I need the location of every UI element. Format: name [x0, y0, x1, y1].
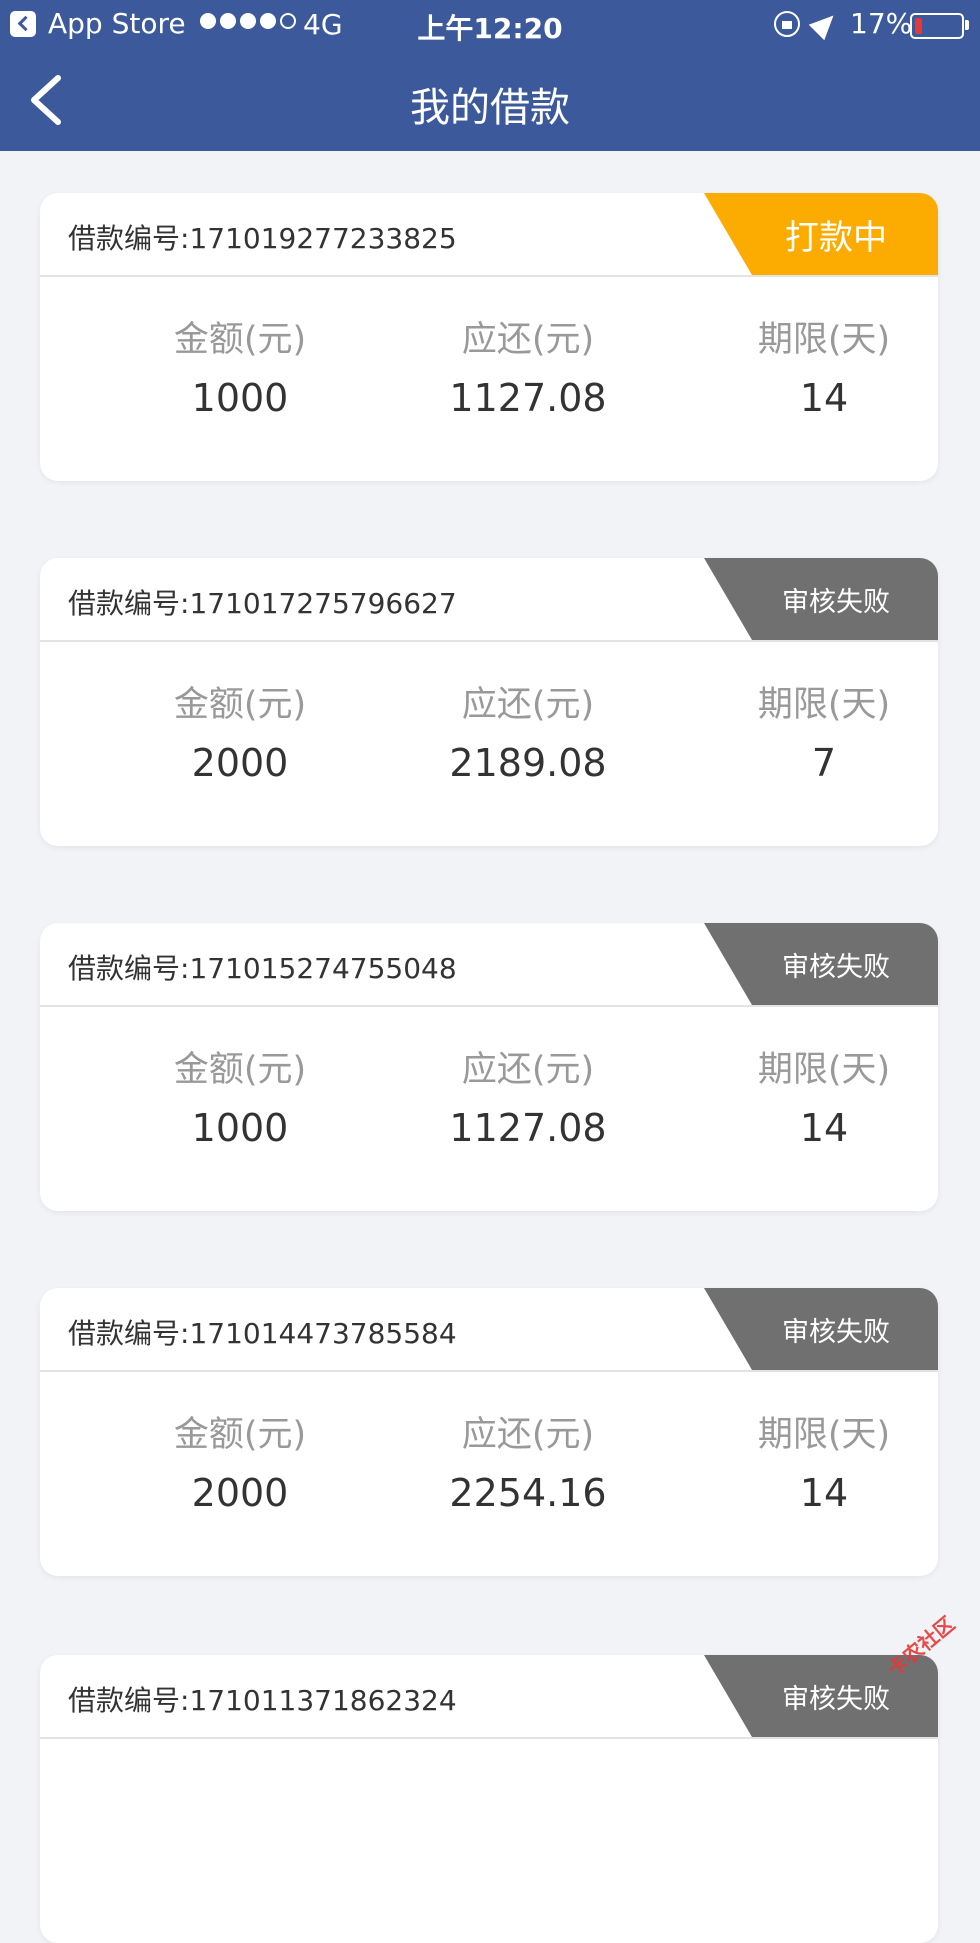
nav-bar: 我的借款	[0, 50, 980, 151]
header: App Store 4G 上午12:20 17% 我的借款	[0, 0, 980, 151]
amount-label: 金额(元)	[173, 1415, 307, 1455]
amount-value: 2000	[191, 1471, 289, 1515]
amount-label: 金额(元)	[173, 320, 307, 360]
loan-number: 借款编号:171017275796627	[68, 582, 457, 622]
repay-value: 1127.08	[449, 1106, 607, 1150]
term-value: 14	[799, 1106, 849, 1150]
loan-number: 借款编号:171019277233825	[68, 217, 457, 257]
term-label: 期限(天)	[757, 1050, 891, 1090]
loan-card-header: 借款编号:171014473785584 审核失败	[40, 1288, 938, 1372]
repay-value: 2189.08	[449, 741, 607, 785]
loan-number-label: 借款编号:	[68, 1317, 190, 1350]
repay-label: 应还(元)	[461, 320, 595, 360]
loan-number-value: 171019277233825	[189, 222, 457, 255]
loan-card-header: 借款编号:171015274755048 审核失败	[40, 923, 938, 1007]
loan-card-header: 借款编号:171019277233825 打款中	[40, 193, 938, 277]
battery-percent: 17%	[850, 7, 913, 40]
loan-card[interactable]: 借款编号:171014473785584 审核失败 金额(元) 2000 应还(…	[40, 1288, 938, 1576]
repay-label: 应还(元)	[461, 1415, 595, 1455]
term-column: 期限(天) 14	[674, 1041, 938, 1150]
loan-number: 借款编号:171014473785584	[68, 1312, 457, 1352]
repay-value: 2254.16	[449, 1471, 607, 1515]
amount-value: 1000	[191, 376, 289, 420]
amount-column: 金额(元) 1000	[90, 311, 390, 420]
loan-number: 借款编号:171011371862324	[68, 1679, 457, 1719]
loan-card[interactable]: 借款编号:171015274755048 审核失败 金额(元) 1000 应还(…	[40, 923, 938, 1211]
page-title: 我的借款	[410, 85, 570, 131]
term-label: 期限(天)	[757, 685, 891, 725]
status-badge: 审核失败	[704, 923, 938, 1005]
loan-number-value: 171011371862324	[189, 1684, 457, 1717]
loan-card-header: 借款编号:171011371862324 审核失败	[40, 1655, 938, 1739]
status-badge: 打款中	[704, 193, 938, 275]
repay-column: 应还(元) 1127.08	[378, 1041, 678, 1150]
amount-value: 2000	[191, 741, 289, 785]
loan-number-label: 借款编号:	[68, 1684, 190, 1717]
amount-column: 金额(元) 2000	[90, 1406, 390, 1515]
loan-number-label: 借款编号:	[68, 952, 190, 985]
loan-number-value: 171017275796627	[189, 587, 457, 620]
repay-value: 1127.08	[449, 376, 607, 420]
status-badge: 审核失败	[704, 1288, 938, 1370]
loan-card[interactable]: 借款编号:171019277233825 打款中 金额(元) 1000 应还(元…	[40, 193, 938, 481]
repay-column: 应还(元) 2189.08	[378, 676, 678, 785]
amount-column: 金额(元) 1000	[90, 1041, 390, 1150]
repay-label: 应还(元)	[461, 685, 595, 725]
amount-value: 1000	[191, 1106, 289, 1150]
amount-column: 金额(元) 2000	[90, 676, 390, 785]
term-value: 7	[811, 741, 837, 785]
term-value: 14	[799, 376, 849, 420]
term-label: 期限(天)	[757, 1415, 891, 1455]
term-label: 期限(天)	[757, 320, 891, 360]
term-column: 期限(天) 14	[674, 311, 938, 420]
repay-label: 应还(元)	[461, 1050, 595, 1090]
term-value: 14	[799, 1471, 849, 1515]
loan-number-label: 借款编号:	[68, 222, 190, 255]
amount-label: 金额(元)	[173, 1050, 307, 1090]
term-column: 期限(天) 7	[674, 676, 938, 785]
loan-card[interactable]: 借款编号:171017275796627 审核失败 金额(元) 2000 应还(…	[40, 558, 938, 846]
loan-number-value: 171014473785584	[189, 1317, 457, 1350]
loan-card-header: 借款编号:171017275796627 审核失败	[40, 558, 938, 642]
battery-cap	[965, 20, 969, 30]
amount-label: 金额(元)	[173, 685, 307, 725]
loan-card[interactable]: 借款编号:171011371862324 审核失败	[40, 1655, 938, 1943]
repay-column: 应还(元) 2254.16	[378, 1406, 678, 1515]
battery-level	[915, 18, 922, 34]
repay-column: 应还(元) 1127.08	[378, 311, 678, 420]
term-column: 期限(天) 14	[674, 1406, 938, 1515]
status-bar: App Store 4G 上午12:20 17%	[0, 0, 980, 50]
battery-icon	[910, 13, 964, 39]
loan-number: 借款编号:171015274755048	[68, 947, 457, 987]
loan-number-label: 借款编号:	[68, 587, 190, 620]
loan-number-value: 171015274755048	[189, 952, 457, 985]
rotation-lock-icon	[774, 11, 800, 37]
status-badge: 审核失败	[704, 558, 938, 640]
